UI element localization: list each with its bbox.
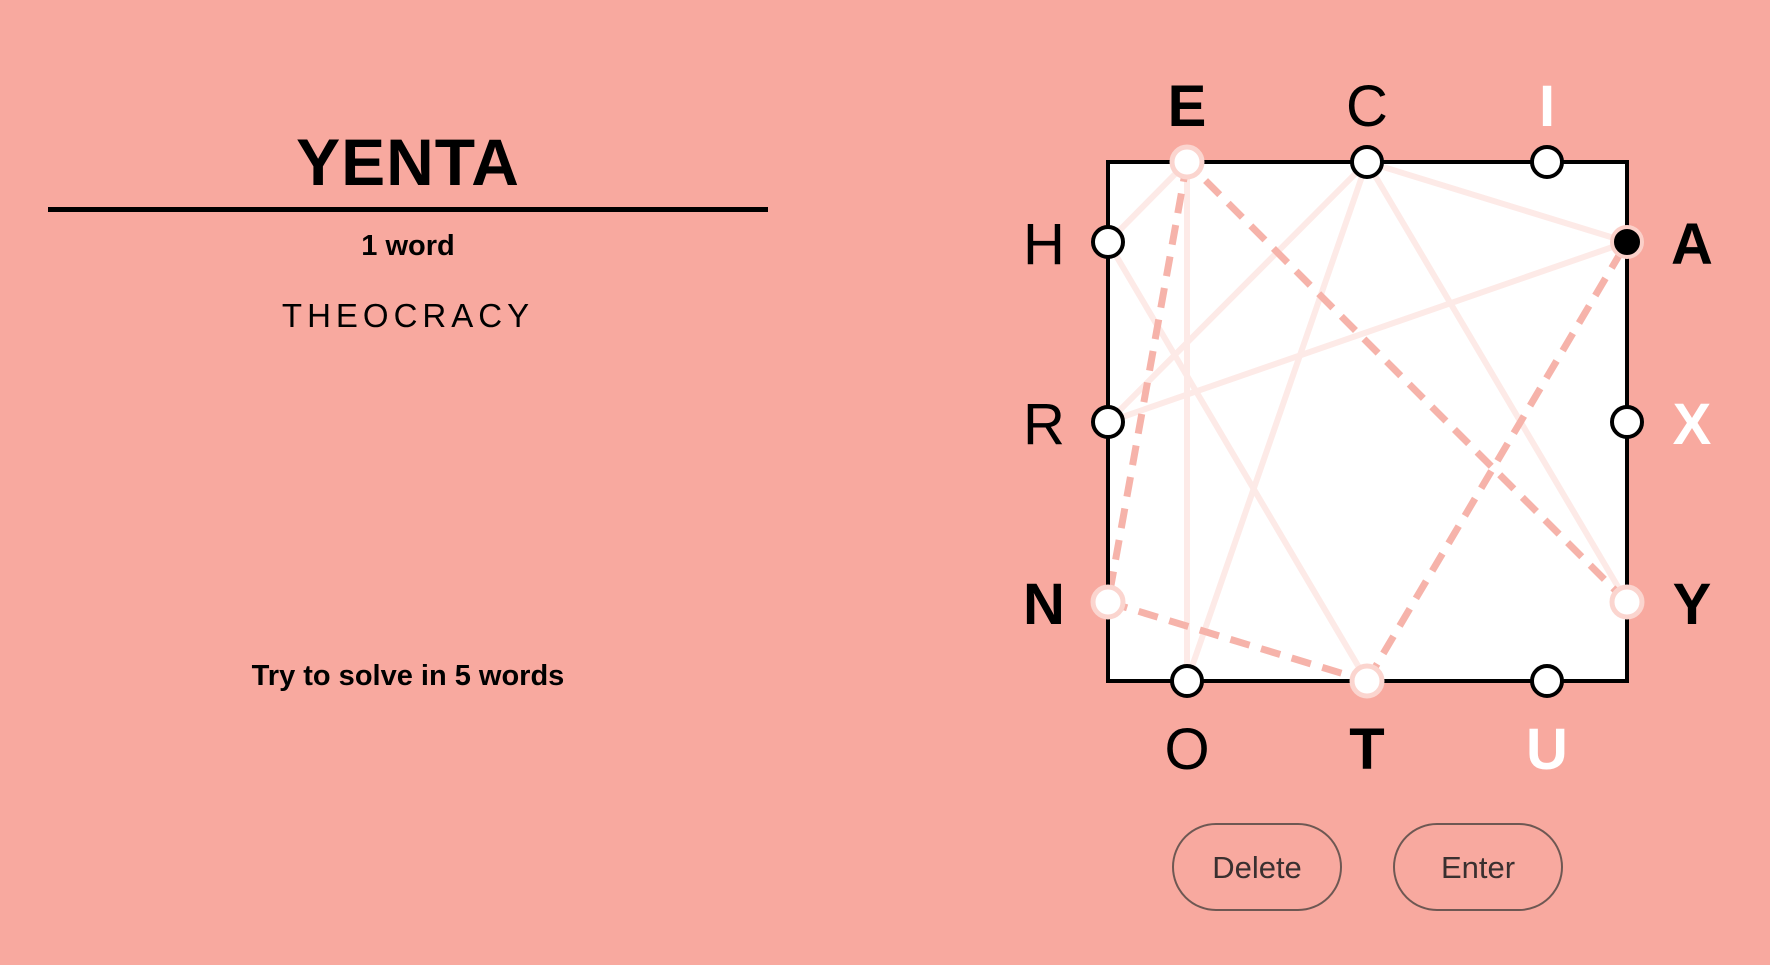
letter-t[interactable]: T (1349, 717, 1384, 782)
letter-node-t[interactable] (1349, 663, 1385, 699)
letter-c[interactable]: C (1346, 74, 1388, 139)
letter-node-x[interactable] (1610, 405, 1644, 439)
letter-node-y[interactable] (1609, 584, 1645, 620)
letter-h[interactable]: H (1023, 212, 1065, 277)
letter-node-i[interactable] (1530, 145, 1564, 179)
letter-e[interactable]: E (1168, 74, 1207, 139)
letter-node-u[interactable] (1530, 664, 1564, 698)
letter-n[interactable]: N (1023, 572, 1065, 637)
letter-o[interactable]: O (1164, 717, 1209, 782)
letter-x[interactable]: X (1673, 392, 1712, 457)
letter-node-o[interactable] (1170, 664, 1204, 698)
letter-board: E C I O T U H R N A X Y (1023, 74, 1713, 782)
enter-button[interactable]: Enter (1393, 823, 1563, 911)
letter-r[interactable]: R (1023, 392, 1065, 457)
letter-node-n[interactable] (1090, 584, 1126, 620)
letter-node-r[interactable] (1091, 405, 1125, 439)
letter-i[interactable]: I (1539, 74, 1555, 139)
letter-node-e[interactable] (1169, 144, 1205, 180)
letter-y[interactable]: Y (1673, 572, 1712, 637)
letter-u[interactable]: U (1526, 717, 1568, 782)
letter-node-c[interactable] (1350, 145, 1384, 179)
letter-node-h[interactable] (1091, 225, 1125, 259)
delete-button[interactable]: Delete (1172, 823, 1342, 911)
letter-a[interactable]: A (1671, 212, 1713, 277)
letter-node-a[interactable] (1610, 225, 1644, 259)
